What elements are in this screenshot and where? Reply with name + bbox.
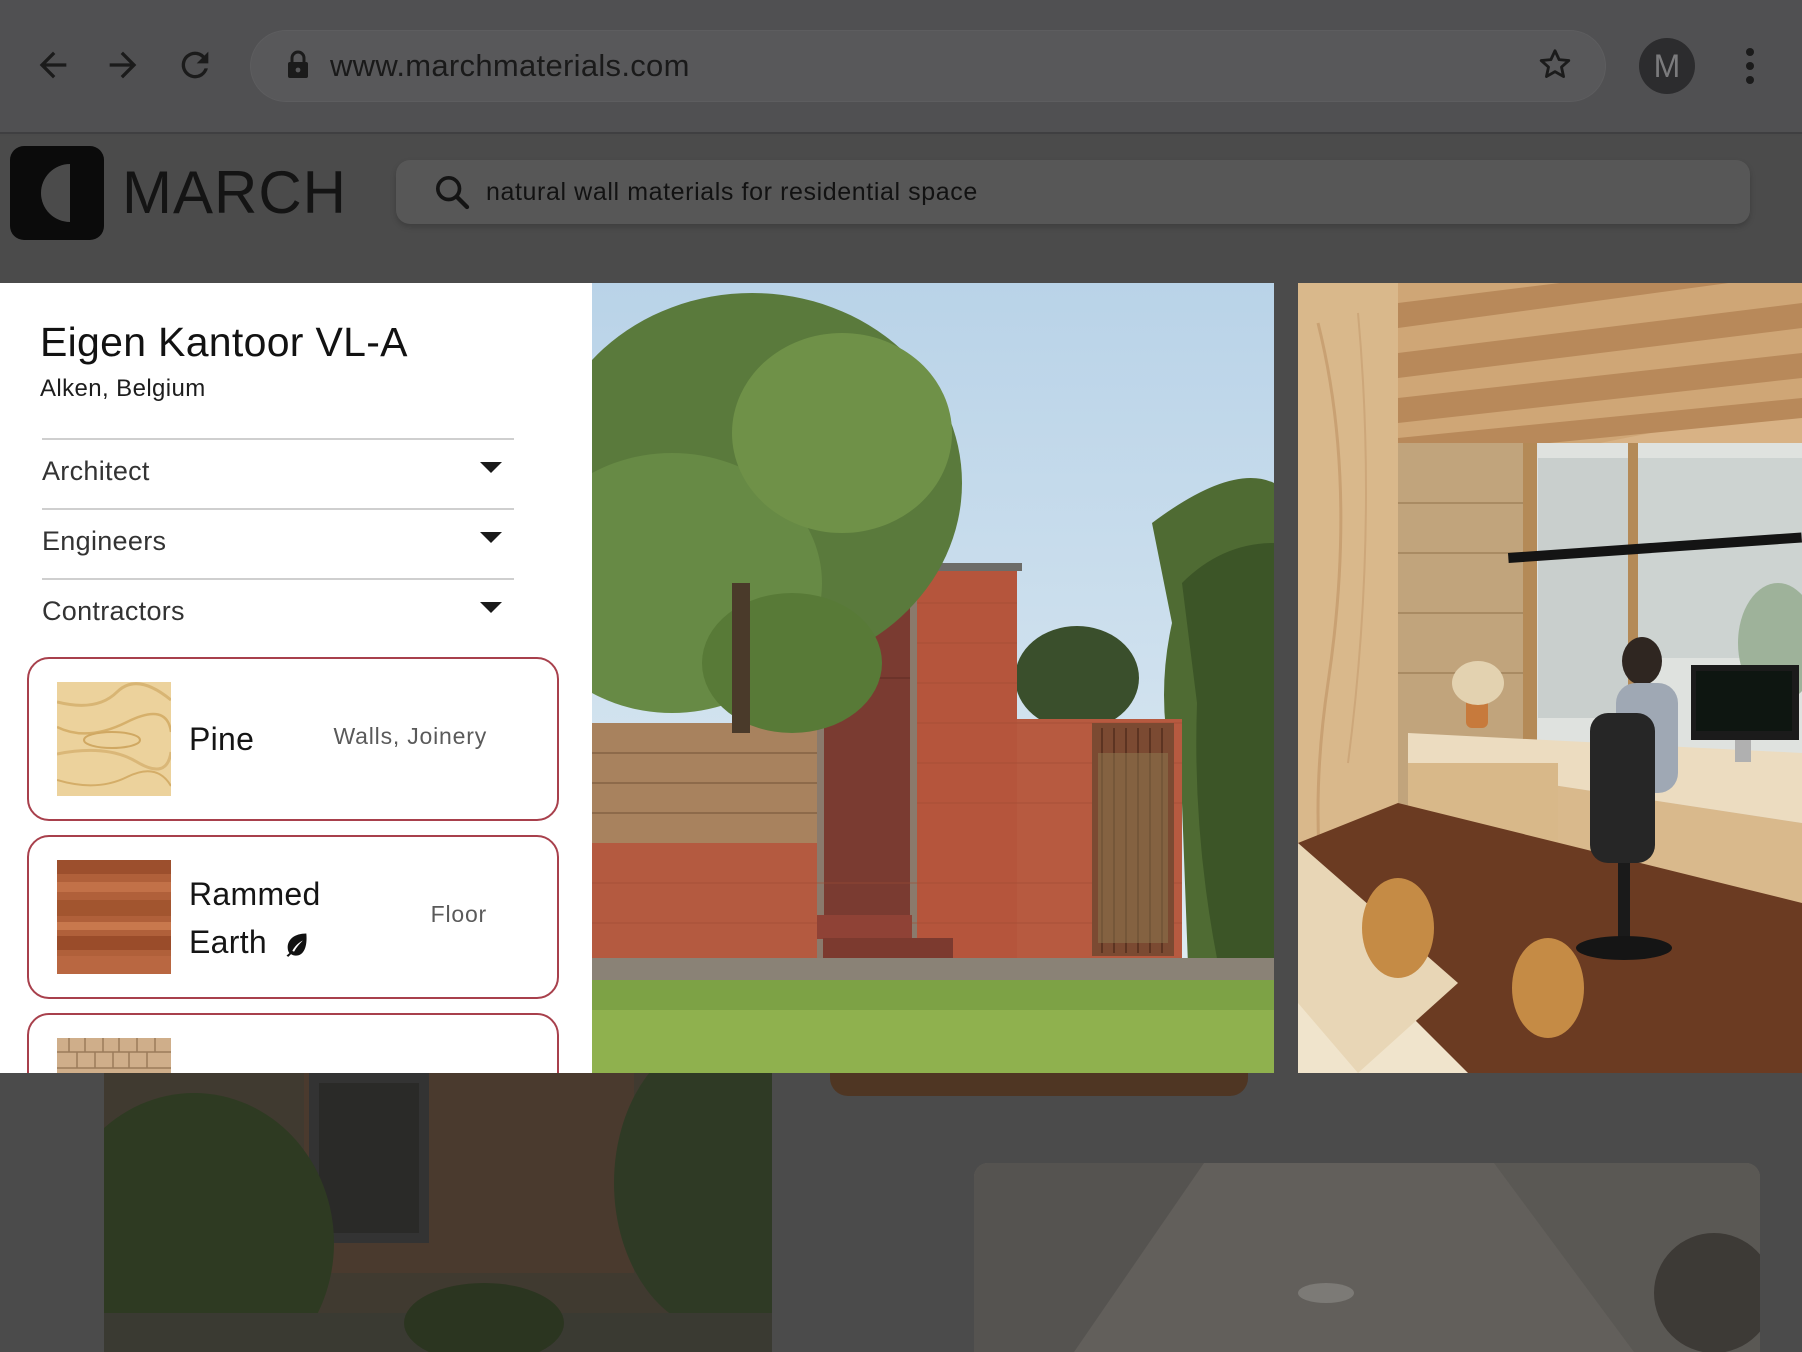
back-icon[interactable] bbox=[28, 40, 78, 90]
accordion-architect[interactable]: Architect bbox=[42, 438, 514, 508]
reload-icon[interactable] bbox=[170, 40, 220, 90]
accordion-engineers[interactable]: Engineers bbox=[42, 508, 514, 578]
search-icon bbox=[432, 172, 472, 217]
address-bar[interactable]: www.marchmaterials.com bbox=[250, 30, 1606, 102]
lock-icon bbox=[286, 50, 310, 85]
material-usage: Walls, Joinery bbox=[333, 723, 487, 749]
material-name: Pine bbox=[189, 721, 255, 757]
project-photo-exterior[interactable] bbox=[592, 283, 1274, 1073]
leaf-icon bbox=[283, 930, 311, 963]
material-card-rammed-earth[interactable]: Rammed Earth Floor bbox=[27, 835, 559, 999]
background-result-image[interactable] bbox=[104, 1073, 772, 1352]
forward-icon[interactable] bbox=[98, 40, 148, 90]
chevron-down-icon[interactable] bbox=[480, 462, 502, 473]
accordion-label: Engineers bbox=[42, 526, 167, 556]
material-card-pine[interactable]: Pine Walls, Joinery bbox=[27, 657, 559, 821]
accordion-contractors[interactable]: Contractors bbox=[42, 578, 514, 648]
background-result-image[interactable] bbox=[974, 1163, 1760, 1352]
material-name-line1: Rammed bbox=[189, 876, 321, 912]
material-name-line2: Earth bbox=[189, 924, 267, 960]
chevron-down-icon[interactable] bbox=[480, 602, 502, 613]
browser-toolbar: www.marchmaterials.com M bbox=[0, 0, 1802, 134]
accordion-label: Architect bbox=[42, 456, 150, 486]
accordion-label: Contractors bbox=[42, 596, 185, 626]
pine-swatch-image bbox=[57, 682, 171, 796]
wood-shingle-swatch-image bbox=[57, 1038, 171, 1073]
search-query[interactable]: natural wall materials for residential s… bbox=[486, 178, 978, 207]
project-detail-panel: Eigen Kantoor VL-A Alken, Belgium Archit… bbox=[0, 283, 592, 1073]
project-title: Eigen Kantoor VL-A bbox=[40, 319, 408, 365]
avatar[interactable]: M bbox=[1639, 38, 1695, 94]
project-photo-interior[interactable] bbox=[1298, 283, 1802, 1073]
url-text[interactable]: www.marchmaterials.com bbox=[330, 48, 690, 84]
chevron-down-icon[interactable] bbox=[480, 532, 502, 543]
project-location: Alken, Belgium bbox=[40, 375, 206, 402]
kebab-menu-icon[interactable] bbox=[1738, 44, 1762, 88]
photo-gap bbox=[1274, 283, 1298, 1073]
star-icon[interactable] bbox=[1536, 46, 1574, 89]
march-logo-icon[interactable] bbox=[10, 146, 104, 240]
brand-name[interactable]: MARCH bbox=[122, 158, 347, 227]
search-input[interactable]: natural wall materials for residential s… bbox=[396, 160, 1750, 224]
rammed-earth-swatch-image bbox=[57, 860, 171, 974]
material-usage: Floor bbox=[430, 901, 487, 927]
material-card-shingles[interactable] bbox=[27, 1013, 559, 1073]
